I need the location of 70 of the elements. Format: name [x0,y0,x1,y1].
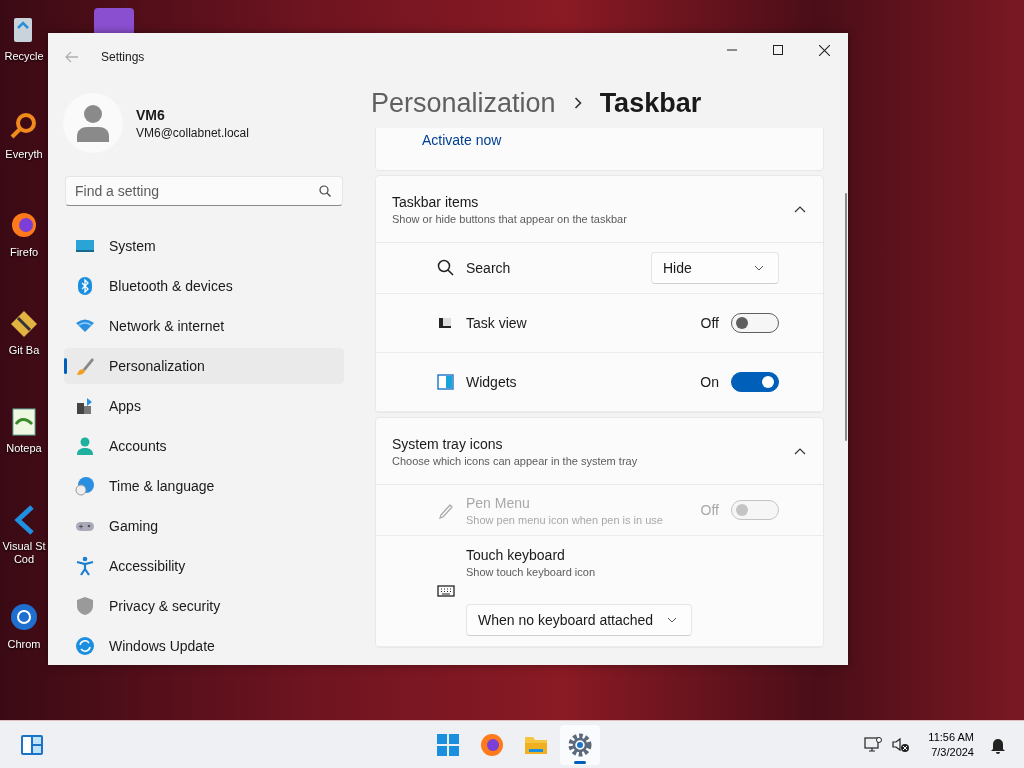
setting-label: Touch keyboard [466,546,566,563]
section-title: Taskbar items [392,193,480,210]
activate-link[interactable]: Activate now [422,132,502,148]
user-name: VM6 [136,106,166,123]
clock-time[interactable]: 11:56 AM [928,729,974,745]
nav-item[interactable]: Privacy & security [64,588,344,624]
network-icon[interactable] [864,736,883,753]
clock-date[interactable]: 7/3/2024 [931,744,974,760]
window-title: Settings [101,50,145,64]
nav-item[interactable]: System [64,228,344,264]
nav-item[interactable]: Accessibility [64,548,344,584]
user-email: VM6@collabnet.local [136,125,249,140]
chevron-down-icon [667,616,677,623]
gear-icon [567,731,593,758]
maximize-icon[interactable] [773,45,783,55]
chevron-down-icon [754,265,764,271]
desktop-icon-label[interactable]: Git Ba [8,344,40,357]
volume-muted-icon[interactable] [892,736,911,753]
toggle-state-text: Off [700,502,719,518]
setting-label: Task view [466,315,528,331]
section-title: System tray icons [392,435,504,452]
shield-icon [75,596,95,616]
close-icon[interactable] [819,44,830,56]
desktop-icon-label[interactable]: Everyth [5,148,43,161]
toggle-switch[interactable] [731,313,779,333]
setting-label: Search [466,260,512,276]
nav-item[interactable]: Personalization [64,348,344,384]
breadcrumb-parent[interactable]: Personalization [371,87,556,119]
desktop-icon-label[interactable]: Notepa [6,442,42,455]
search-icon [319,185,331,197]
nav-item[interactable]: Network & internet [64,308,344,344]
chevron-right-icon [573,97,582,109]
widgets-icon [437,373,455,391]
update-icon [75,636,95,656]
setting-label: Pen Menu [466,494,531,511]
setting-description: Show touch keyboard icon [466,565,597,578]
widgets-icon[interactable] [20,733,44,756]
dropdown[interactable]: When no keyboard attached [466,603,692,636]
page-title: Taskbar [599,87,702,119]
accessibility-icon [75,556,95,576]
setting-description: Show pen menu icon when pen is in use [466,513,664,526]
start-icon [435,731,461,758]
nav-item[interactable]: Gaming [64,508,344,544]
search-icon [437,259,455,277]
chevron-up-icon[interactable] [794,205,806,213]
keyboard-icon [437,582,455,600]
nav-item[interactable]: Accounts [64,428,344,464]
dropdown[interactable]: Hide [651,252,779,284]
bluetooth-icon [75,276,95,296]
desktop-icon-label[interactable]: Chrom [7,638,41,651]
section-subtitle: Choose which icons can appear in the system tray [392,454,639,467]
paintbrush-icon [75,356,95,376]
desktop-icon-label[interactable]: Firefo [9,246,39,259]
nav-item[interactable]: Time & language [64,468,344,504]
setting-label: Widgets [466,374,518,390]
person-icon [75,436,95,456]
chevron-up-icon[interactable] [794,447,806,455]
toggle-state-text: On [700,374,719,390]
taskbar-app-button[interactable] [560,724,600,765]
nav-item[interactable]: Apps [64,388,344,424]
browser-icon [479,731,505,758]
nav-item[interactable]: Windows Update [64,628,344,664]
section-subtitle: Show or hide buttons that appear on the taskbar [392,212,628,225]
nav-item[interactable]: Bluetooth & devices [64,268,344,304]
desktop-icon-label[interactable]: Recycle [4,50,44,63]
search-field[interactable]: Find a setting [65,176,343,206]
scrollbar-thumb[interactable] [845,193,847,441]
toggle-state-text: Off [700,315,719,331]
toggle-switch[interactable] [731,372,779,392]
desktop-icon-label[interactable]: Visual St Cod [2,540,46,566]
